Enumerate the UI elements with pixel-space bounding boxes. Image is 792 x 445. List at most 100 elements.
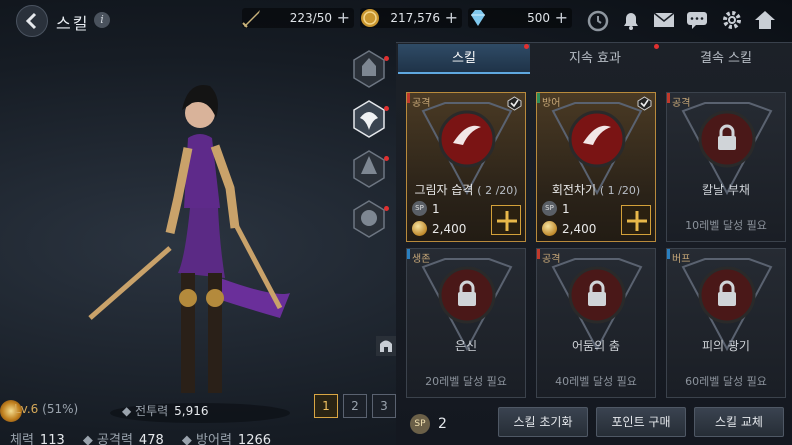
skill-requirement: 60레벨 달성 필요: [685, 375, 767, 388]
add-gold-button[interactable]: +: [445, 8, 458, 28]
mail-icon[interactable]: [651, 7, 677, 33]
skill-requirement: 20레벨 달성 필요: [425, 375, 507, 388]
skill-card[interactable]: 방어 회전차기 ( 1 /20) SP 1 2,400: [536, 92, 656, 242]
character-model: [88, 85, 290, 423]
info-icon[interactable]: i: [94, 12, 110, 28]
skill-cost-value: 2,400: [432, 221, 467, 236]
home-icon[interactable]: [752, 7, 778, 33]
level-percent: (51%): [42, 402, 79, 416]
skill-name: 그림자 습격: [414, 183, 474, 197]
skill-sp-value: 1: [562, 201, 570, 216]
skill-gold-cost: 2,400: [542, 221, 596, 236]
skill-requirement: 10레벨 달성 필요: [685, 219, 767, 232]
clock-icon[interactable]: [585, 7, 611, 33]
tab-skill[interactable]: 스킬: [398, 44, 530, 74]
bell-icon[interactable]: [618, 7, 644, 33]
skill-card[interactable]: 공격 칼날 부채 10레벨 달성 필요: [666, 92, 786, 242]
class-assassin-icon[interactable]: [348, 98, 390, 140]
skill-requirement: 40레벨 달성 필요: [555, 375, 637, 388]
skill-art-icon: [453, 125, 481, 145]
skill-name: 회전차기: [551, 183, 597, 197]
skill-tag-bar: [407, 249, 410, 259]
plus-icon: [497, 211, 517, 231]
back-button[interactable]: [16, 5, 48, 37]
power-value: 5,916: [174, 404, 209, 418]
skill-name-line: 회전차기 ( 1 /20): [537, 181, 655, 198]
resource-sword-value: 223/50: [289, 11, 332, 25]
tab-passive-effect[interactable]: 지속 효과: [530, 44, 660, 74]
skill-card[interactable]: 생존 은신 20레벨 달성 필요: [406, 248, 526, 398]
skill-card[interactable]: 버프 피의 광기 60레벨 달성 필요: [666, 248, 786, 398]
skill-name-line: 그림자 습격 ( 2 /20): [407, 181, 525, 198]
stat-defense-label: 방어력: [196, 433, 232, 445]
tab-passive-alert-dot: [654, 44, 659, 49]
skill-cost-value: 2,400: [562, 221, 597, 236]
skill-tag-bar: [407, 93, 410, 103]
diamond-icon: [471, 10, 485, 26]
skill-card[interactable]: 공격 어둠의 춤 40레벨 달성 필요: [536, 248, 656, 398]
upgrade-button[interactable]: [621, 205, 651, 235]
equipped-check-icon: [637, 96, 652, 111]
combat-power: ◆ 전투력 5,916: [122, 404, 209, 418]
helmet-icon[interactable]: [376, 336, 396, 356]
class-assassin-alert-dot: [384, 106, 389, 111]
sword-icon: [242, 10, 260, 28]
page-button-3[interactable]: 3: [372, 394, 396, 418]
stat-attack-label: 공격력: [97, 433, 133, 445]
add-sword-button[interactable]: +: [337, 8, 350, 28]
skill-sp-cost: SP 1: [412, 201, 440, 216]
buy-points-button[interactable]: 포인트 구매: [596, 407, 686, 437]
swap-skill-button[interactable]: 스킬 교체: [694, 407, 784, 437]
stat-attack: ◆ 공격력 478: [83, 433, 164, 445]
sp-badge-icon: SP: [542, 201, 557, 216]
stat-hp: 체력 113: [10, 433, 65, 445]
skill-name: 어둠의 춤: [572, 339, 620, 353]
tab-bond-skill[interactable]: 결속 스킬: [660, 44, 792, 74]
sp-badge-icon: SP: [410, 414, 430, 434]
level-value: Lv.6: [14, 402, 39, 416]
skill-level: ( 2 /20): [477, 184, 518, 197]
reset-skill-button[interactable]: 스킬 초기화: [498, 407, 588, 437]
power-label: 전투력: [135, 404, 169, 418]
equipped-check-icon: [507, 96, 522, 111]
skill-tag-bar: [667, 249, 670, 259]
page-button-2[interactable]: 2: [343, 394, 367, 418]
gold-coin-icon: [542, 221, 557, 236]
lock-icon: [718, 124, 736, 150]
skill-sp-value: 1: [432, 201, 440, 216]
skill-name: 피의 광기: [702, 339, 750, 353]
skill-art-icon: [583, 125, 611, 145]
chat-icon[interactable]: [684, 7, 710, 33]
add-diamond-button[interactable]: +: [555, 8, 568, 28]
upgrade-button[interactable]: [491, 205, 521, 235]
class-archer-icon[interactable]: [348, 198, 390, 240]
lock-icon: [718, 280, 736, 306]
skill-tag-bar: [537, 249, 540, 259]
stats-row: 체력 113 ◆ 공격력 478 ◆ 방어력 1266: [10, 429, 382, 445]
skill-name: 칼날 부채: [702, 183, 750, 197]
skill-name: 은신: [454, 339, 478, 353]
resource-gold: 217,576 +: [360, 8, 462, 28]
skill-sp-cost: SP 1: [542, 201, 570, 216]
gold-coin-icon: [361, 9, 379, 27]
resource-diamond: 500 +: [468, 8, 572, 28]
skill-tag-bar: [537, 93, 540, 103]
stat-defense-value: 1266: [237, 433, 272, 445]
stat-attack-value: 478: [138, 433, 164, 445]
resource-diamond-value: 500: [527, 11, 550, 25]
class-archer-alert-dot: [384, 206, 389, 211]
skill-gold-cost: 2,400: [412, 221, 466, 236]
page-button-1[interactable]: 1: [314, 394, 338, 418]
gear-icon[interactable]: [719, 7, 745, 33]
class-warrior-icon[interactable]: [348, 48, 390, 90]
tab-skill-alert-dot: [524, 44, 529, 49]
stat-hp-label: 체력: [10, 433, 34, 445]
sp-points: SP 2: [410, 414, 447, 434]
resource-gold-value: 217,576: [390, 11, 440, 25]
class-mage-alert-dot: [384, 156, 389, 161]
lock-icon: [588, 280, 606, 306]
skill-card[interactable]: 공격 그림자 습격 ( 2 /20) SP 1 2,400: [406, 92, 526, 242]
plus-icon: [627, 211, 647, 231]
stat-defense: ◆ 방어력 1266: [182, 433, 271, 445]
class-mage-icon[interactable]: [348, 148, 390, 190]
